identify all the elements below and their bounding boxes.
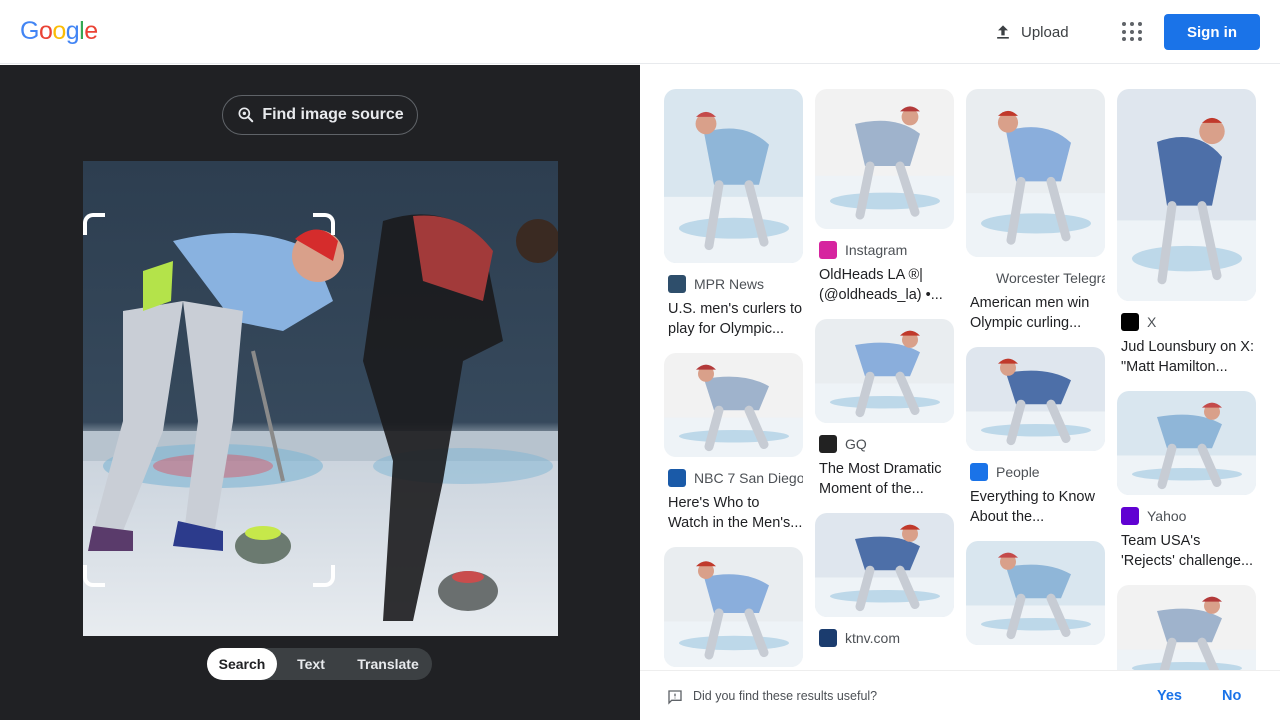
result-title[interactable]: OldHeads LA ®| (@oldheads_la) •... (815, 265, 954, 305)
tab-text[interactable]: Text (277, 648, 345, 680)
result-title[interactable]: Everything to Know About the... (966, 487, 1105, 527)
result-card[interactable]: X Jud Lounsbury on X: "Matt Hamilton... (1117, 89, 1256, 377)
query-image-panel: Find image source Search Text Translate (0, 65, 640, 720)
result-source[interactable]: NBC 7 San Diego (664, 469, 803, 487)
visual-matches-panel: MPR News U.S. men's curlers to play for O… (640, 65, 1280, 670)
result-thumbnail[interactable] (966, 541, 1105, 645)
feedback-yes-button[interactable]: Yes (1157, 688, 1182, 704)
crop-handle-top-left[interactable] (83, 213, 105, 235)
feedback-icon (668, 690, 682, 705)
result-thumbnail[interactable] (815, 319, 954, 423)
gq-icon (819, 435, 837, 453)
result-thumbnail[interactable] (815, 513, 954, 617)
result-card[interactable] (664, 547, 803, 667)
sign-in-button[interactable]: Sign in (1164, 14, 1260, 50)
result-source[interactable]: MPR News (664, 275, 803, 293)
result-card[interactable]: NBC 7 San Diego Here's Who to Watch in th… (664, 353, 803, 533)
results-column: MPR News U.S. men's curlers to play for O… (664, 89, 803, 670)
find-image-source-label: Find image source (262, 106, 404, 123)
result-source-label: X (1147, 314, 1157, 330)
mode-tabs: Search Text Translate (207, 648, 432, 680)
result-thumbnail[interactable] (1117, 391, 1256, 495)
apps-grid-icon[interactable] (1120, 20, 1144, 44)
result-source[interactable]: Yahoo (1117, 507, 1256, 525)
lens-search-icon (238, 107, 254, 123)
result-card[interactable]: ktnv.com (815, 513, 954, 647)
find-image-source-button[interactable]: Find image source (222, 95, 418, 135)
tab-search[interactable]: Search (207, 648, 277, 680)
feedback-no-button[interactable]: No (1222, 688, 1241, 704)
result-card[interactable] (1117, 585, 1256, 670)
result-source-label: NBC 7 San Diego (694, 470, 803, 486)
result-thumbnail[interactable] (664, 89, 803, 263)
result-source[interactable]: ktnv.com (815, 629, 954, 647)
ktnv-icon (819, 629, 837, 647)
result-title[interactable]: U.S. men's curlers to play for Olympic..… (664, 299, 803, 339)
x-icon (1121, 313, 1139, 331)
logo-letter: o (52, 17, 66, 45)
result-source-label: Worcester Telegram (996, 270, 1105, 286)
result-thumbnail[interactable] (664, 547, 803, 667)
upload-label: Upload (1021, 23, 1069, 41)
result-card[interactable] (966, 541, 1105, 645)
crop-handle-top-right[interactable] (313, 213, 335, 235)
result-title[interactable]: Team USA's 'Rejects' challenge... (1117, 531, 1256, 571)
logo-letter: o (38, 17, 53, 45)
feedback-bar: Did you find these results useful? Yes N… (640, 670, 1280, 720)
upload-icon (997, 25, 1009, 39)
worcester-t-icon (970, 269, 988, 287)
result-source[interactable]: X (1117, 313, 1256, 331)
result-title[interactable]: Jud Lounsbury on X: "Matt Hamilton... (1117, 337, 1256, 377)
nbc-icon (668, 469, 686, 487)
result-source-label: ktnv.com (845, 630, 900, 646)
yahoo-icon (1121, 507, 1139, 525)
result-card[interactable]: GQ The Most Dramatic Moment of the... (815, 319, 954, 499)
result-title[interactable]: American men win Olympic curling... (966, 293, 1105, 333)
result-source[interactable]: Instagram (815, 241, 954, 259)
results-column: Instagram OldHeads LA ®| (@oldheads_la) •… (815, 89, 954, 661)
result-card[interactable]: Worcester Telegram American men win Olymp… (966, 89, 1105, 333)
result-source[interactable]: GQ (815, 435, 954, 453)
result-thumbnail[interactable] (966, 347, 1105, 451)
results-column: X Jud Lounsbury on X: "Matt Hamilton... Ya… (1117, 89, 1256, 670)
results-column: Worcester Telegram American men win Olymp… (966, 89, 1105, 659)
result-thumbnail[interactable] (1117, 585, 1256, 670)
result-source-label: Instagram (845, 242, 908, 258)
logo-letter: e (84, 17, 98, 45)
result-card[interactable]: MPR News U.S. men's curlers to play for O… (664, 89, 803, 339)
result-title[interactable]: Here's Who to Watch in the Men's... (664, 493, 803, 533)
mpr-news-icon (668, 275, 686, 293)
result-thumbnail[interactable] (1117, 89, 1256, 301)
logo-letter: g (65, 17, 80, 45)
feedback-question: Did you find these results useful? (693, 689, 878, 703)
result-source-label: People (996, 464, 1040, 480)
result-source-label: Yahoo (1147, 508, 1187, 524)
result-source[interactable]: Worcester Telegram (966, 269, 1105, 287)
result-thumbnail[interactable] (815, 89, 954, 229)
upload-button[interactable]: Upload (993, 20, 1069, 44)
crop-handle-bottom-right[interactable] (313, 565, 335, 587)
result-card[interactable]: People Everything to Know About the... (966, 347, 1105, 527)
result-card[interactable]: Yahoo Team USA's 'Rejects' challenge... (1117, 391, 1256, 571)
people-icon (970, 463, 988, 481)
result-source-label: GQ (845, 436, 867, 452)
google-logo[interactable]: Google (20, 17, 98, 46)
tab-translate[interactable]: Translate (345, 648, 431, 680)
result-source-label: MPR News (694, 276, 765, 292)
result-thumbnail[interactable] (966, 89, 1105, 257)
result-source[interactable]: People (966, 463, 1105, 481)
result-title[interactable]: The Most Dramatic Moment of the... (815, 459, 954, 499)
crop-handle-bottom-left[interactable] (83, 565, 105, 587)
crop-selection-box[interactable] (83, 213, 335, 587)
result-card[interactable]: Instagram OldHeads LA ®| (@oldheads_la) •… (815, 89, 954, 305)
instagram-icon (819, 241, 837, 259)
result-thumbnail[interactable] (664, 353, 803, 457)
logo-letter: G (20, 17, 39, 45)
top-bar: Google Upload Sign in (0, 0, 1280, 64)
